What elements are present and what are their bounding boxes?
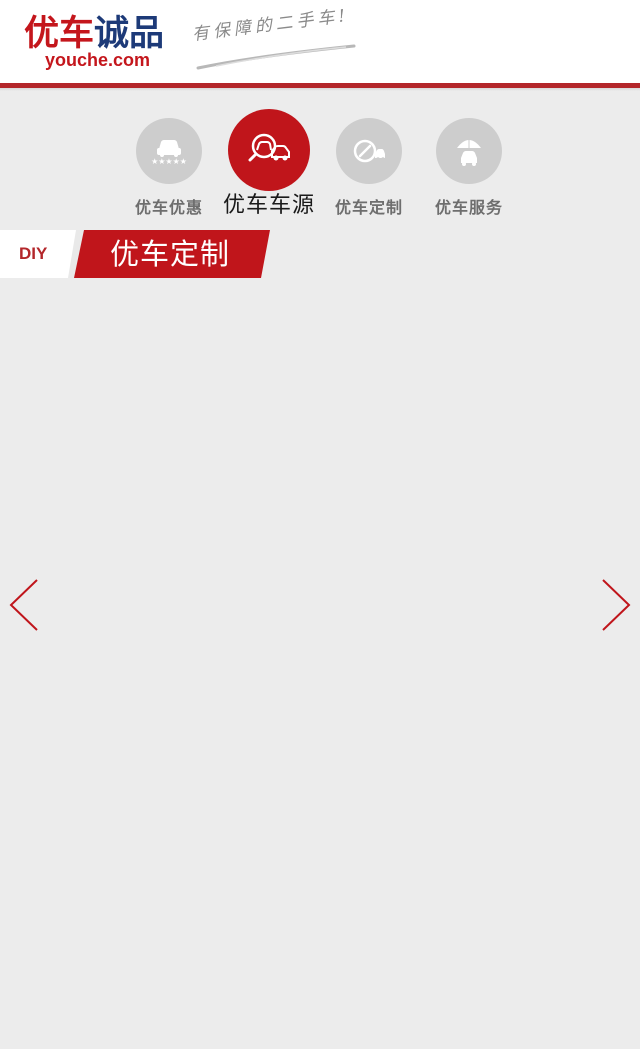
chevron-right-icon [602,579,631,631]
slogan-swoosh [196,44,356,70]
section-header: DIY 优车定制 [0,230,272,280]
chevron-left-icon [9,579,38,631]
nav-label: 优车优惠 [134,198,203,217]
nav-circle [436,118,502,184]
header-shadow [0,88,640,91]
svg-text:★★★★★: ★★★★★ [151,157,187,166]
nav-circle: ★★★★★ [136,118,202,184]
car-rating-icon: ★★★★★ [151,140,187,166]
nav-item-inventory[interactable]: 优车车源 [219,109,319,222]
logo-text-blue: 诚品 [94,14,165,54]
car-search-icon [248,133,290,162]
nav-item-discount[interactable]: ★★★★★ 优车优惠 [119,110,219,222]
nav-item-customize[interactable]: 优车定制 [319,110,419,222]
header: 优车诚品 youche.com 有保障的二手车! [0,0,640,83]
carousel-next-button[interactable] [600,578,634,632]
logo-text-red: 优车 [24,14,95,54]
section-title: 优车定制 [110,237,231,271]
nav-circle-active [228,109,310,191]
nav-item-service[interactable]: 优车服务 [419,110,519,222]
car-customize-icon [353,139,385,163]
carousel-prev-button[interactable] [6,578,40,632]
car-service-icon [457,136,481,166]
nav-circle [336,118,402,184]
logo-domain: youche.com [45,50,151,70]
nav-label: 优车服务 [434,198,503,217]
section-tag: DIY [19,244,48,263]
nav-label-active: 优车车源 [222,193,315,218]
nav-label: 优车定制 [334,198,403,217]
